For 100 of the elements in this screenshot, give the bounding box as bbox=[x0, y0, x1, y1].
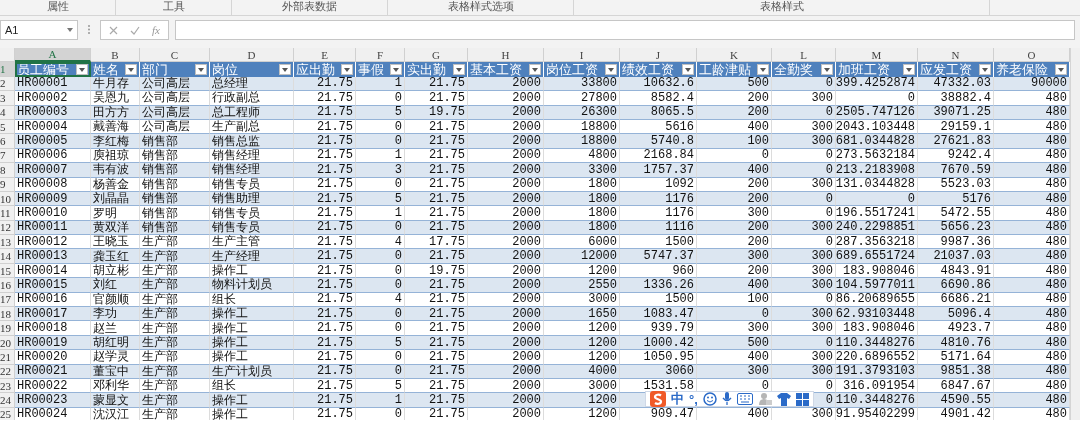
table-cell: 18800 bbox=[544, 134, 620, 149]
filter-dropdown-button[interactable] bbox=[1055, 64, 1067, 76]
column-letter[interactable]: G bbox=[405, 48, 468, 63]
table-cell: 物料计划员 bbox=[210, 278, 294, 293]
row-number[interactable]: 11 bbox=[0, 206, 15, 221]
row-number[interactable]: 13 bbox=[0, 235, 15, 250]
table-cell: 681.0344828 bbox=[836, 134, 918, 149]
table-cell: 1650 bbox=[544, 307, 620, 322]
row-number[interactable]: 8 bbox=[0, 163, 15, 178]
column-letter[interactable]: N bbox=[918, 48, 994, 63]
row-number[interactable]: 6 bbox=[0, 134, 15, 149]
table-cell: 300 bbox=[772, 321, 836, 336]
caret-icon bbox=[67, 28, 73, 32]
column-letter[interactable]: B bbox=[91, 48, 140, 63]
table-cell: 100 bbox=[697, 134, 772, 149]
keyboard-icon[interactable] bbox=[736, 393, 753, 405]
table-cell: 李红梅 bbox=[91, 134, 140, 149]
row-number[interactable]: 3 bbox=[0, 91, 15, 106]
table-cell: 1200 bbox=[544, 350, 620, 365]
header-text: 全勤奖 bbox=[774, 62, 813, 77]
table-cell: 21.75 bbox=[294, 91, 356, 106]
filter-dropdown-button[interactable] bbox=[76, 64, 88, 76]
column-letter[interactable]: L bbox=[772, 48, 836, 63]
filter-dropdown-button[interactable] bbox=[757, 64, 769, 76]
filter-dropdown-button[interactable] bbox=[453, 64, 465, 76]
table-cell: 21.75 bbox=[294, 249, 356, 264]
header-text: 绩效工资 bbox=[622, 62, 674, 77]
column-letter[interactable]: A bbox=[15, 48, 91, 63]
column-letter[interactable]: M bbox=[836, 48, 918, 63]
table-cell: 1200 bbox=[544, 393, 620, 408]
column-letter[interactable]: F bbox=[356, 48, 405, 63]
column-letter[interactable]: I bbox=[544, 48, 620, 63]
row-number[interactable]: 18 bbox=[0, 307, 15, 322]
filter-arrow-icon bbox=[79, 67, 85, 72]
ribbon-group-label: 外部表数据 bbox=[282, 0, 337, 13]
grid-icon[interactable] bbox=[795, 392, 809, 406]
table-cell: 5472.55 bbox=[918, 206, 994, 221]
table-cell: 400 bbox=[697, 163, 772, 178]
filter-dropdown-button[interactable] bbox=[821, 64, 833, 76]
ime-logo-icon[interactable] bbox=[650, 391, 666, 407]
punctuation-toggle[interactable]: °, bbox=[689, 391, 698, 407]
table-cell: 销售经理 bbox=[210, 163, 294, 178]
table-cell: 生产部 bbox=[140, 235, 210, 250]
table-cell: 生产部 bbox=[140, 321, 210, 336]
filter-dropdown-button[interactable] bbox=[605, 64, 617, 76]
table-cell: 4923.7 bbox=[918, 321, 994, 336]
table-cell: 赵学灵 bbox=[91, 350, 140, 365]
filter-dropdown-button[interactable] bbox=[341, 64, 353, 76]
filter-arrow-icon bbox=[128, 67, 134, 72]
filter-dropdown-button[interactable] bbox=[279, 64, 291, 76]
table-cell: 480 bbox=[994, 91, 1070, 106]
column-letter[interactable]: K bbox=[697, 48, 772, 63]
shirt-icon[interactable] bbox=[776, 392, 791, 406]
table-cell: 公司高层 bbox=[140, 91, 210, 106]
header-text: 工龄津贴 bbox=[699, 62, 751, 77]
table-cell: 21.75 bbox=[294, 393, 356, 408]
table-cell: 213.2183908 bbox=[836, 163, 918, 178]
filter-dropdown-button[interactable] bbox=[903, 64, 915, 76]
name-box[interactable]: A1 bbox=[0, 20, 78, 40]
column-letter[interactable]: J bbox=[620, 48, 697, 63]
table-cell: 生产部 bbox=[140, 249, 210, 264]
smiley-icon[interactable] bbox=[702, 392, 717, 406]
formula-input[interactable] bbox=[174, 20, 1075, 40]
table-cell: 38882.4 bbox=[918, 91, 994, 106]
row-number[interactable]: 16 bbox=[0, 278, 15, 293]
table-cell: 104.5977011 bbox=[836, 278, 918, 293]
table-cell: 21.75 bbox=[294, 206, 356, 221]
filter-dropdown-button[interactable] bbox=[979, 64, 991, 76]
table-cell: 操作工 bbox=[210, 307, 294, 322]
vertical-scrollbar[interactable] bbox=[1070, 48, 1080, 420]
row-number[interactable]: 1 bbox=[0, 62, 15, 77]
filter-dropdown-button[interactable] bbox=[125, 64, 137, 76]
row-number[interactable]: 14 bbox=[0, 249, 15, 264]
column-letter[interactable]: H bbox=[468, 48, 544, 63]
table-cell: 生产部 bbox=[140, 350, 210, 365]
table-cell: 200 bbox=[697, 91, 772, 106]
table-cell: 0 bbox=[772, 163, 836, 178]
column-letter[interactable]: E bbox=[294, 48, 356, 63]
row-number[interactable]: 21 bbox=[0, 350, 15, 365]
row-number[interactable]: 24 bbox=[0, 393, 15, 408]
table-cell: 销售部 bbox=[140, 134, 210, 149]
column-letter[interactable]: O bbox=[994, 48, 1070, 63]
table-cell: 5740.8 bbox=[620, 134, 697, 149]
table-cell: 480 bbox=[994, 206, 1070, 221]
filter-dropdown-button[interactable] bbox=[682, 64, 694, 76]
row-number[interactable]: 19 bbox=[0, 321, 15, 336]
filter-dropdown-button[interactable] bbox=[390, 64, 402, 76]
microphone-icon[interactable] bbox=[721, 392, 732, 406]
column-letter[interactable]: D bbox=[210, 48, 294, 63]
column-letter[interactable]: C bbox=[140, 48, 210, 63]
table-cell: 2000 bbox=[468, 206, 544, 221]
filter-dropdown-button[interactable] bbox=[529, 64, 541, 76]
filter-arrow-icon bbox=[456, 67, 462, 72]
table-cell: 480 bbox=[994, 163, 1070, 178]
table-cell: 5096.4 bbox=[918, 307, 994, 322]
table-cell: 蒙显文 bbox=[91, 393, 140, 408]
filter-dropdown-button[interactable] bbox=[195, 64, 207, 76]
table-cell: 生产经理 bbox=[210, 249, 294, 264]
table-cell: HR00018 bbox=[15, 321, 91, 336]
table-cell: 200 bbox=[697, 235, 772, 250]
